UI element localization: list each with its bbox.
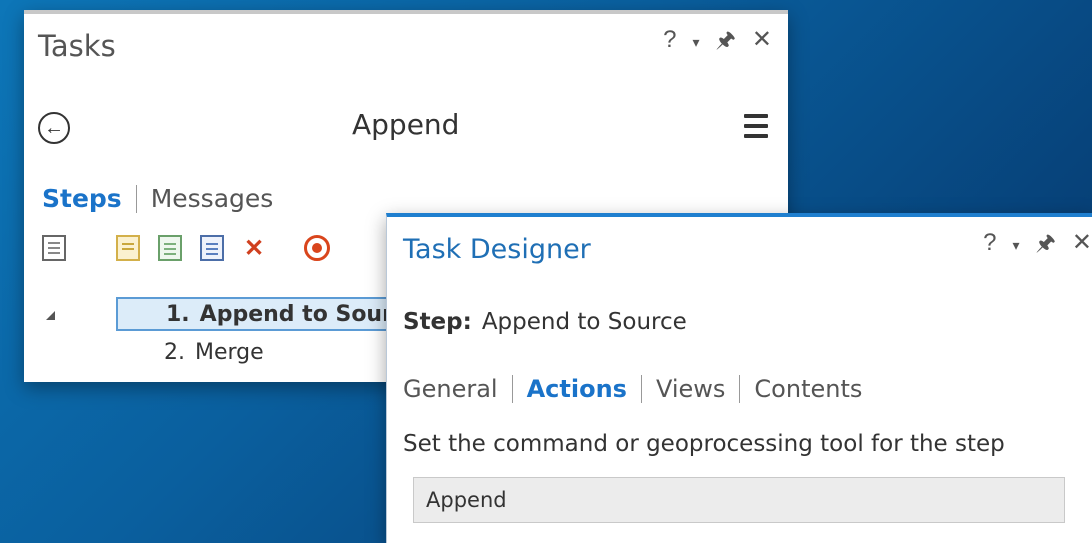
tab-divider [135, 184, 137, 213]
tab-views[interactable]: Views [656, 375, 725, 403]
tab-contents[interactable]: Contents [754, 375, 862, 403]
new-step-icon[interactable] [116, 235, 140, 261]
step-label: Append to Sour [199, 301, 393, 327]
tab-divider [640, 375, 642, 403]
instruction-text: Set the command or geoprocessing tool fo… [403, 431, 1005, 457]
options-dropdown-icon[interactable]: ▾ [693, 35, 700, 49]
tab-messages[interactable]: Messages [151, 184, 274, 213]
step-heading: Step: Append to Source [403, 309, 687, 335]
arrow-left-icon: ← [44, 116, 64, 139]
tasks-window-controls: ? ▾ 🖈 ✕ [663, 28, 772, 52]
close-icon[interactable]: ✕ [1072, 231, 1092, 255]
tasks-pane-title: Tasks [38, 29, 116, 63]
delete-icon[interactable]: ✕ [242, 235, 266, 262]
task-properties-icon[interactable] [42, 235, 66, 261]
step-label: Merge [195, 339, 264, 365]
pin-icon[interactable]: 🖈 [716, 29, 736, 51]
collapse-toggle-icon[interactable] [46, 311, 55, 320]
tasks-tabs: Steps Messages [42, 184, 273, 213]
tab-general[interactable]: General [403, 375, 498, 403]
steps-toolbar: ✕ [42, 235, 330, 262]
list-item[interactable]: 2. Merge [116, 335, 416, 369]
step-properties-icon[interactable] [200, 235, 224, 261]
help-icon[interactable]: ? [983, 231, 996, 255]
task-designer-pane: Task Designer ? ▾ 🖈 ✕ Step: Append to Sou… [386, 213, 1092, 543]
tab-steps[interactable]: Steps [42, 184, 122, 213]
new-step-check-icon[interactable] [158, 235, 182, 261]
options-dropdown-icon[interactable]: ▾ [1013, 238, 1020, 252]
task-name: Append [352, 108, 460, 141]
tab-divider [739, 375, 741, 403]
designer-window-controls: ? ▾ 🖈 ✕ [983, 231, 1092, 255]
designer-tabs: General Actions Views Contents [403, 375, 862, 403]
list-item[interactable]: 1. Append to Sour [116, 297, 416, 331]
tab-divider [511, 375, 513, 403]
menu-icon[interactable] [744, 114, 768, 138]
step-value: Append to Source [481, 309, 687, 335]
tab-actions[interactable]: Actions [527, 375, 627, 403]
pin-icon[interactable]: 🖈 [1036, 232, 1056, 254]
back-button[interactable]: ← [38, 112, 70, 144]
record-icon[interactable] [304, 235, 330, 261]
help-icon[interactable]: ? [663, 28, 676, 52]
close-icon[interactable]: ✕ [752, 28, 772, 52]
command-field[interactable]: Append [413, 477, 1065, 523]
task-designer-title: Task Designer [403, 234, 591, 265]
step-label: Step: [403, 309, 472, 335]
